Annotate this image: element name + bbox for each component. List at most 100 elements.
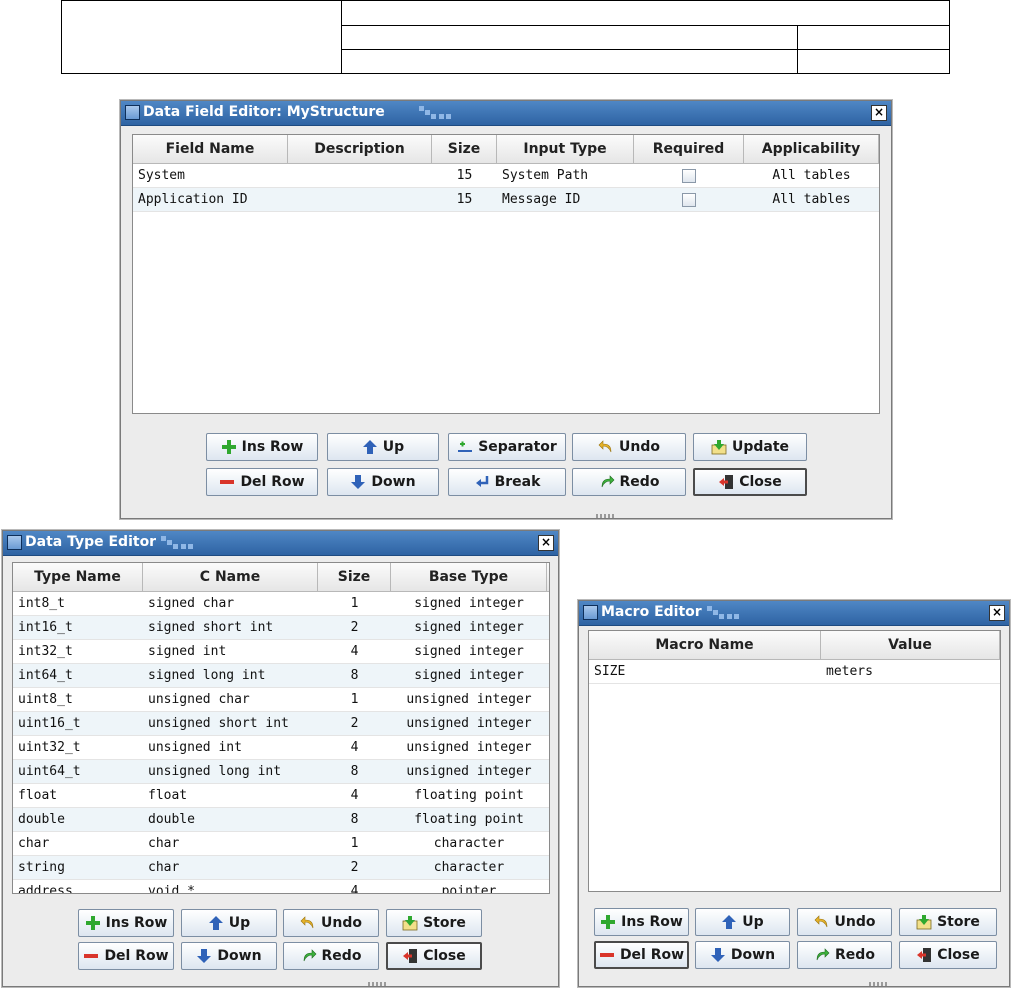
undo-button[interactable]: Undo bbox=[797, 908, 892, 936]
ins-row-button[interactable]: Ins Row bbox=[594, 908, 689, 936]
close-button[interactable]: Close bbox=[386, 942, 482, 970]
cell[interactable]: 8 bbox=[318, 760, 391, 783]
table-row[interactable]: char char 1 character bbox=[13, 832, 549, 856]
redo-button[interactable]: Redo bbox=[283, 942, 379, 970]
cell[interactable]: unsigned long int bbox=[143, 760, 318, 783]
cell[interactable]: 2 bbox=[318, 616, 391, 639]
table-row[interactable]: uint32_t unsigned int 4 unsigned integer bbox=[13, 736, 549, 760]
cell[interactable]: 4 bbox=[318, 784, 391, 807]
cell[interactable]: double bbox=[13, 808, 143, 831]
cell[interactable]: 1 bbox=[318, 832, 391, 855]
cell[interactable]: unsigned integer bbox=[391, 688, 547, 711]
cell[interactable]: address bbox=[13, 880, 143, 893]
cell[interactable]: int32_t bbox=[13, 640, 143, 663]
cell[interactable]: 15 bbox=[432, 188, 497, 211]
table-row[interactable]: Application ID 15 Message ID All tables bbox=[133, 188, 879, 212]
cell[interactable]: uint8_t bbox=[13, 688, 143, 711]
cell[interactable]: char bbox=[13, 832, 143, 855]
cell[interactable]: int16_t bbox=[13, 616, 143, 639]
cell[interactable]: 2 bbox=[318, 856, 391, 879]
close-button[interactable]: Close bbox=[899, 941, 997, 969]
cell[interactable]: All tables bbox=[744, 188, 879, 211]
table-row[interactable]: SIZE meters bbox=[589, 660, 1000, 684]
cell[interactable]: double bbox=[143, 808, 318, 831]
cell[interactable]: character bbox=[391, 832, 547, 855]
undo-button[interactable]: Undo bbox=[283, 909, 379, 937]
cell[interactable]: int64_t bbox=[13, 664, 143, 687]
cell[interactable]: unsigned int bbox=[143, 736, 318, 759]
del-row-button[interactable]: Del Row bbox=[206, 468, 318, 496]
table-row[interactable]: uint64_t unsigned long int 8 unsigned integ… bbox=[13, 760, 549, 784]
redo-button[interactable]: Redo bbox=[572, 468, 686, 496]
close-icon[interactable]: × bbox=[989, 605, 1005, 621]
cell[interactable]: System Path bbox=[497, 164, 634, 187]
cell[interactable] bbox=[634, 188, 744, 211]
table-row[interactable]: int8_t signed char 1 signed integer bbox=[13, 592, 549, 616]
required-checkbox[interactable] bbox=[682, 168, 696, 183]
cell[interactable]: pointer bbox=[391, 880, 547, 893]
cell[interactable]: float bbox=[143, 784, 318, 807]
cell[interactable]: signed integer bbox=[391, 616, 547, 639]
cell[interactable]: Message ID bbox=[497, 188, 634, 211]
table-row[interactable]: int16_t signed short int 2 signed integer bbox=[13, 616, 549, 640]
update-button[interactable]: Update bbox=[693, 433, 807, 461]
del-row-button[interactable]: Del Row bbox=[594, 941, 689, 969]
cell[interactable]: unsigned char bbox=[143, 688, 318, 711]
cell[interactable]: int8_t bbox=[13, 592, 143, 615]
table-row[interactable]: string char 2 character bbox=[13, 856, 549, 880]
close-icon[interactable]: × bbox=[538, 535, 554, 551]
column-header[interactable]: Description bbox=[288, 135, 432, 163]
cell[interactable]: unsigned integer bbox=[391, 712, 547, 735]
title-bar[interactable]: Data Field Editor: MyStructure × bbox=[121, 101, 891, 126]
table-row[interactable]: int64_t signed long int 8 signed integer bbox=[13, 664, 549, 688]
column-header[interactable]: Base Type bbox=[391, 563, 547, 591]
ins-row-button[interactable]: Ins Row bbox=[78, 909, 174, 937]
cell[interactable]: char bbox=[143, 856, 318, 879]
table-row[interactable]: uint8_t unsigned char 1 unsigned integer bbox=[13, 688, 549, 712]
cell[interactable]: unsigned short int bbox=[143, 712, 318, 735]
column-header[interactable]: Value bbox=[821, 631, 1000, 659]
cell[interactable]: uint16_t bbox=[13, 712, 143, 735]
required-checkbox[interactable] bbox=[682, 192, 696, 207]
cell[interactable]: All tables bbox=[744, 164, 879, 187]
cell[interactable] bbox=[288, 164, 432, 187]
close-icon[interactable]: × bbox=[871, 105, 887, 121]
cell[interactable]: unsigned integer bbox=[391, 736, 547, 759]
cell[interactable]: 8 bbox=[318, 664, 391, 687]
column-header[interactable]: Input Type bbox=[497, 135, 634, 163]
cell[interactable] bbox=[634, 164, 744, 187]
column-header[interactable]: Field Name bbox=[133, 135, 288, 163]
down-button[interactable]: Down bbox=[695, 941, 790, 969]
store-button[interactable]: Store bbox=[386, 909, 482, 937]
cell[interactable]: signed char bbox=[143, 592, 318, 615]
cell[interactable]: SIZE bbox=[589, 660, 821, 683]
resize-grip[interactable] bbox=[596, 514, 616, 518]
cell[interactable]: string bbox=[13, 856, 143, 879]
up-button[interactable]: Up bbox=[695, 908, 790, 936]
down-button[interactable]: Down bbox=[181, 942, 277, 970]
cell[interactable]: unsigned integer bbox=[391, 760, 547, 783]
cell[interactable]: signed short int bbox=[143, 616, 318, 639]
cell[interactable]: 2 bbox=[318, 712, 391, 735]
resize-grip[interactable] bbox=[869, 982, 889, 986]
cell[interactable]: 15 bbox=[432, 164, 497, 187]
table-row[interactable]: uint16_t unsigned short int 2 unsigned inte… bbox=[13, 712, 549, 736]
cell[interactable]: 1 bbox=[318, 688, 391, 711]
cell[interactable]: void * bbox=[143, 880, 318, 893]
table-row[interactable]: System 15 System Path All tables bbox=[133, 164, 879, 188]
table-row[interactable]: float float 4 floating point bbox=[13, 784, 549, 808]
cell[interactable]: Application ID bbox=[133, 188, 288, 211]
up-button[interactable]: Up bbox=[181, 909, 277, 937]
cell[interactable]: System bbox=[133, 164, 288, 187]
column-header[interactable]: Applicability bbox=[744, 135, 879, 163]
break-button[interactable]: Break bbox=[448, 468, 566, 496]
cell[interactable]: meters bbox=[821, 660, 1000, 683]
column-header[interactable]: Size bbox=[432, 135, 497, 163]
column-header[interactable]: Size bbox=[318, 563, 391, 591]
up-button[interactable]: Up bbox=[327, 433, 439, 461]
down-button[interactable]: Down bbox=[327, 468, 439, 496]
column-header[interactable]: Macro Name bbox=[589, 631, 821, 659]
cell[interactable]: uint64_t bbox=[13, 760, 143, 783]
cell[interactable]: float bbox=[13, 784, 143, 807]
cell[interactable] bbox=[288, 188, 432, 211]
